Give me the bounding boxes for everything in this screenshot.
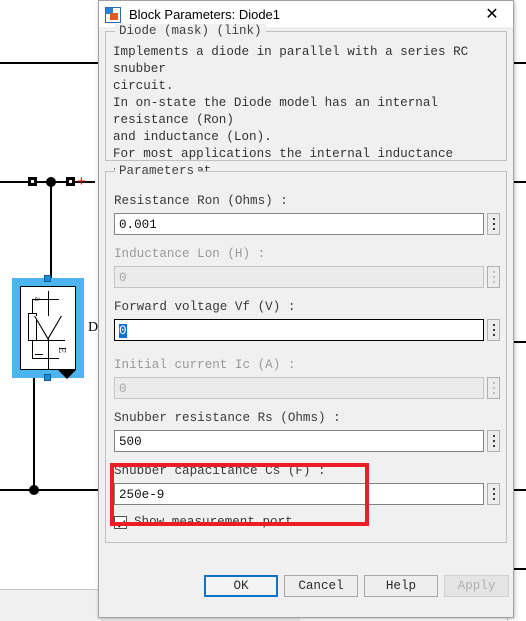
spinner-resistance-ron[interactable] [487,213,500,235]
checkbox-icon[interactable] [114,515,127,529]
diode-block[interactable]: a E [12,275,84,381]
diode-block-port-label: D [88,320,99,335]
capacitor-symbol [35,354,43,355]
dialog-button-bar: OK Cancel Help Apply [99,545,513,617]
port-square-right[interactable] [66,177,75,186]
input-snubber-capacitance-cs[interactable]: 250e-9 [114,483,484,505]
description-group: Diode (mask) (link) Implements a diode i… [105,24,507,212]
input-forward-voltage-vf-value: 0 [119,324,127,338]
spinner-initial-current-ic [487,377,500,399]
label-initial-current-ic: Initial current Ic (A) : [114,358,296,372]
port-square-left[interactable] [28,177,37,186]
description-group-title: Diode (mask) (link) [115,24,266,38]
input-snubber-resistance-rs[interactable]: 500 [114,430,484,452]
selection-handle-top[interactable] [44,275,51,282]
spinner-forward-voltage-vf[interactable] [487,319,500,341]
checkbox-label: Show measurement port [134,515,293,529]
label-resistance-ron: Resistance Ron (Ohms) : [114,194,288,208]
diode-emitter-label: E [56,347,67,354]
wire-vertical-upper[interactable] [50,181,52,278]
wire-vertical-lower[interactable] [33,378,35,490]
ok-button[interactable]: OK [204,575,278,597]
model-border-line-top [0,62,98,64]
input-resistance-ron[interactable]: 0.001 [114,213,484,235]
diode-block-body: a E [20,286,76,370]
input-inductance-lon: 0 [114,266,484,288]
spinner-snubber-capacitance-cs[interactable] [487,483,500,505]
diode-anode-label: a [33,297,43,301]
input-forward-voltage-vf[interactable]: 0 [114,319,484,341]
diode-cathode-bar [32,340,65,341]
wire-junction-bottom [29,485,39,495]
branch-wire-bottom [32,341,33,359]
terminal-plus-label: + [77,173,86,190]
block-output-arrow-icon [58,370,76,379]
show-measurement-port-checkbox-row[interactable]: Show measurement port [114,515,293,529]
close-icon[interactable]: ✕ [471,1,513,27]
dialog-title: Block Parameters: Diode1 [129,6,281,22]
apply-button: Apply [444,575,509,597]
label-forward-voltage-vf: Forward voltage Vf (V) : [114,300,296,314]
selection-handle-bottom[interactable] [44,374,51,381]
label-inductance-lon: Inductance Lon (H) : [114,247,266,261]
label-snubber-capacitance-cs: Snubber capacitance Cs (F) : [114,464,326,478]
cancel-button[interactable]: Cancel [284,575,358,597]
spinner-snubber-resistance-rs[interactable] [487,430,500,452]
branch-wire-top [32,299,33,313]
label-snubber-resistance-rs: Snubber resistance Rs (Ohms) : [114,411,341,425]
parameters-group: Parameters Resistance Ron (Ohms) : 0.001… [105,164,507,543]
block-parameters-dialog[interactable]: Block Parameters: Diode1 ✕ Diode (mask) … [98,0,514,618]
block-parameters-icon [105,6,121,23]
help-button[interactable]: Help [364,575,438,597]
wire-bottom-horizontal[interactable] [0,489,98,491]
spinner-inductance-lon [487,266,500,288]
branch-wire-bottom-h [32,358,59,359]
parameters-group-title: Parameters [115,164,199,178]
input-initial-current-ic: 0 [114,377,484,399]
